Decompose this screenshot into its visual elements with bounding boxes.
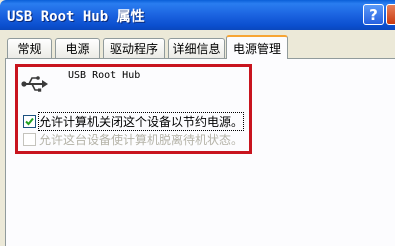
window-title: USB Root Hub 属性 bbox=[7, 9, 145, 25]
allow-turn-off-option[interactable]: 允许计算机关闭这个设备以节约电源。 bbox=[23, 111, 245, 131]
title-bar[interactable]: USB Root Hub 属性 ? bbox=[0, 0, 395, 30]
help-icon: ? bbox=[369, 5, 378, 24]
tab-general[interactable]: 常规 bbox=[7, 38, 52, 58]
tab-label: 详细信息 bbox=[172, 42, 221, 56]
allow-turn-off-checkbox[interactable] bbox=[23, 114, 36, 128]
tab-details[interactable]: 详细信息 bbox=[168, 38, 225, 58]
tab-power-management[interactable]: 电源管理 bbox=[226, 35, 288, 59]
tab-label: 常规 bbox=[17, 42, 42, 56]
tab-power[interactable]: 电源 bbox=[55, 38, 100, 58]
device-name: USB Root Hub bbox=[68, 70, 141, 81]
tab-label: 电源管理 bbox=[232, 41, 281, 56]
usb-icon bbox=[21, 76, 48, 92]
check-icon bbox=[25, 117, 34, 125]
properties-dialog: USB Root Hub 属性 ? 常规 电源 驱动程序 详细信息 电源管理 U… bbox=[0, 0, 395, 246]
allow-wake-option: 允许这台设备使计算机脱离待机状态。 bbox=[23, 131, 243, 147]
allow-wake-checkbox bbox=[23, 132, 36, 146]
tab-label: 驱动程序 bbox=[109, 42, 158, 56]
allow-turn-off-label: 允许计算机关闭这个设备以节约电源。 bbox=[37, 111, 245, 131]
tab-driver[interactable]: 驱动程序 bbox=[103, 38, 165, 58]
close-button[interactable] bbox=[386, 4, 395, 25]
tab-label: 电源 bbox=[65, 42, 90, 56]
allow-wake-label: 允许这台设备使计算机脱离待机状态。 bbox=[39, 132, 244, 147]
help-button[interactable]: ? bbox=[363, 4, 384, 25]
